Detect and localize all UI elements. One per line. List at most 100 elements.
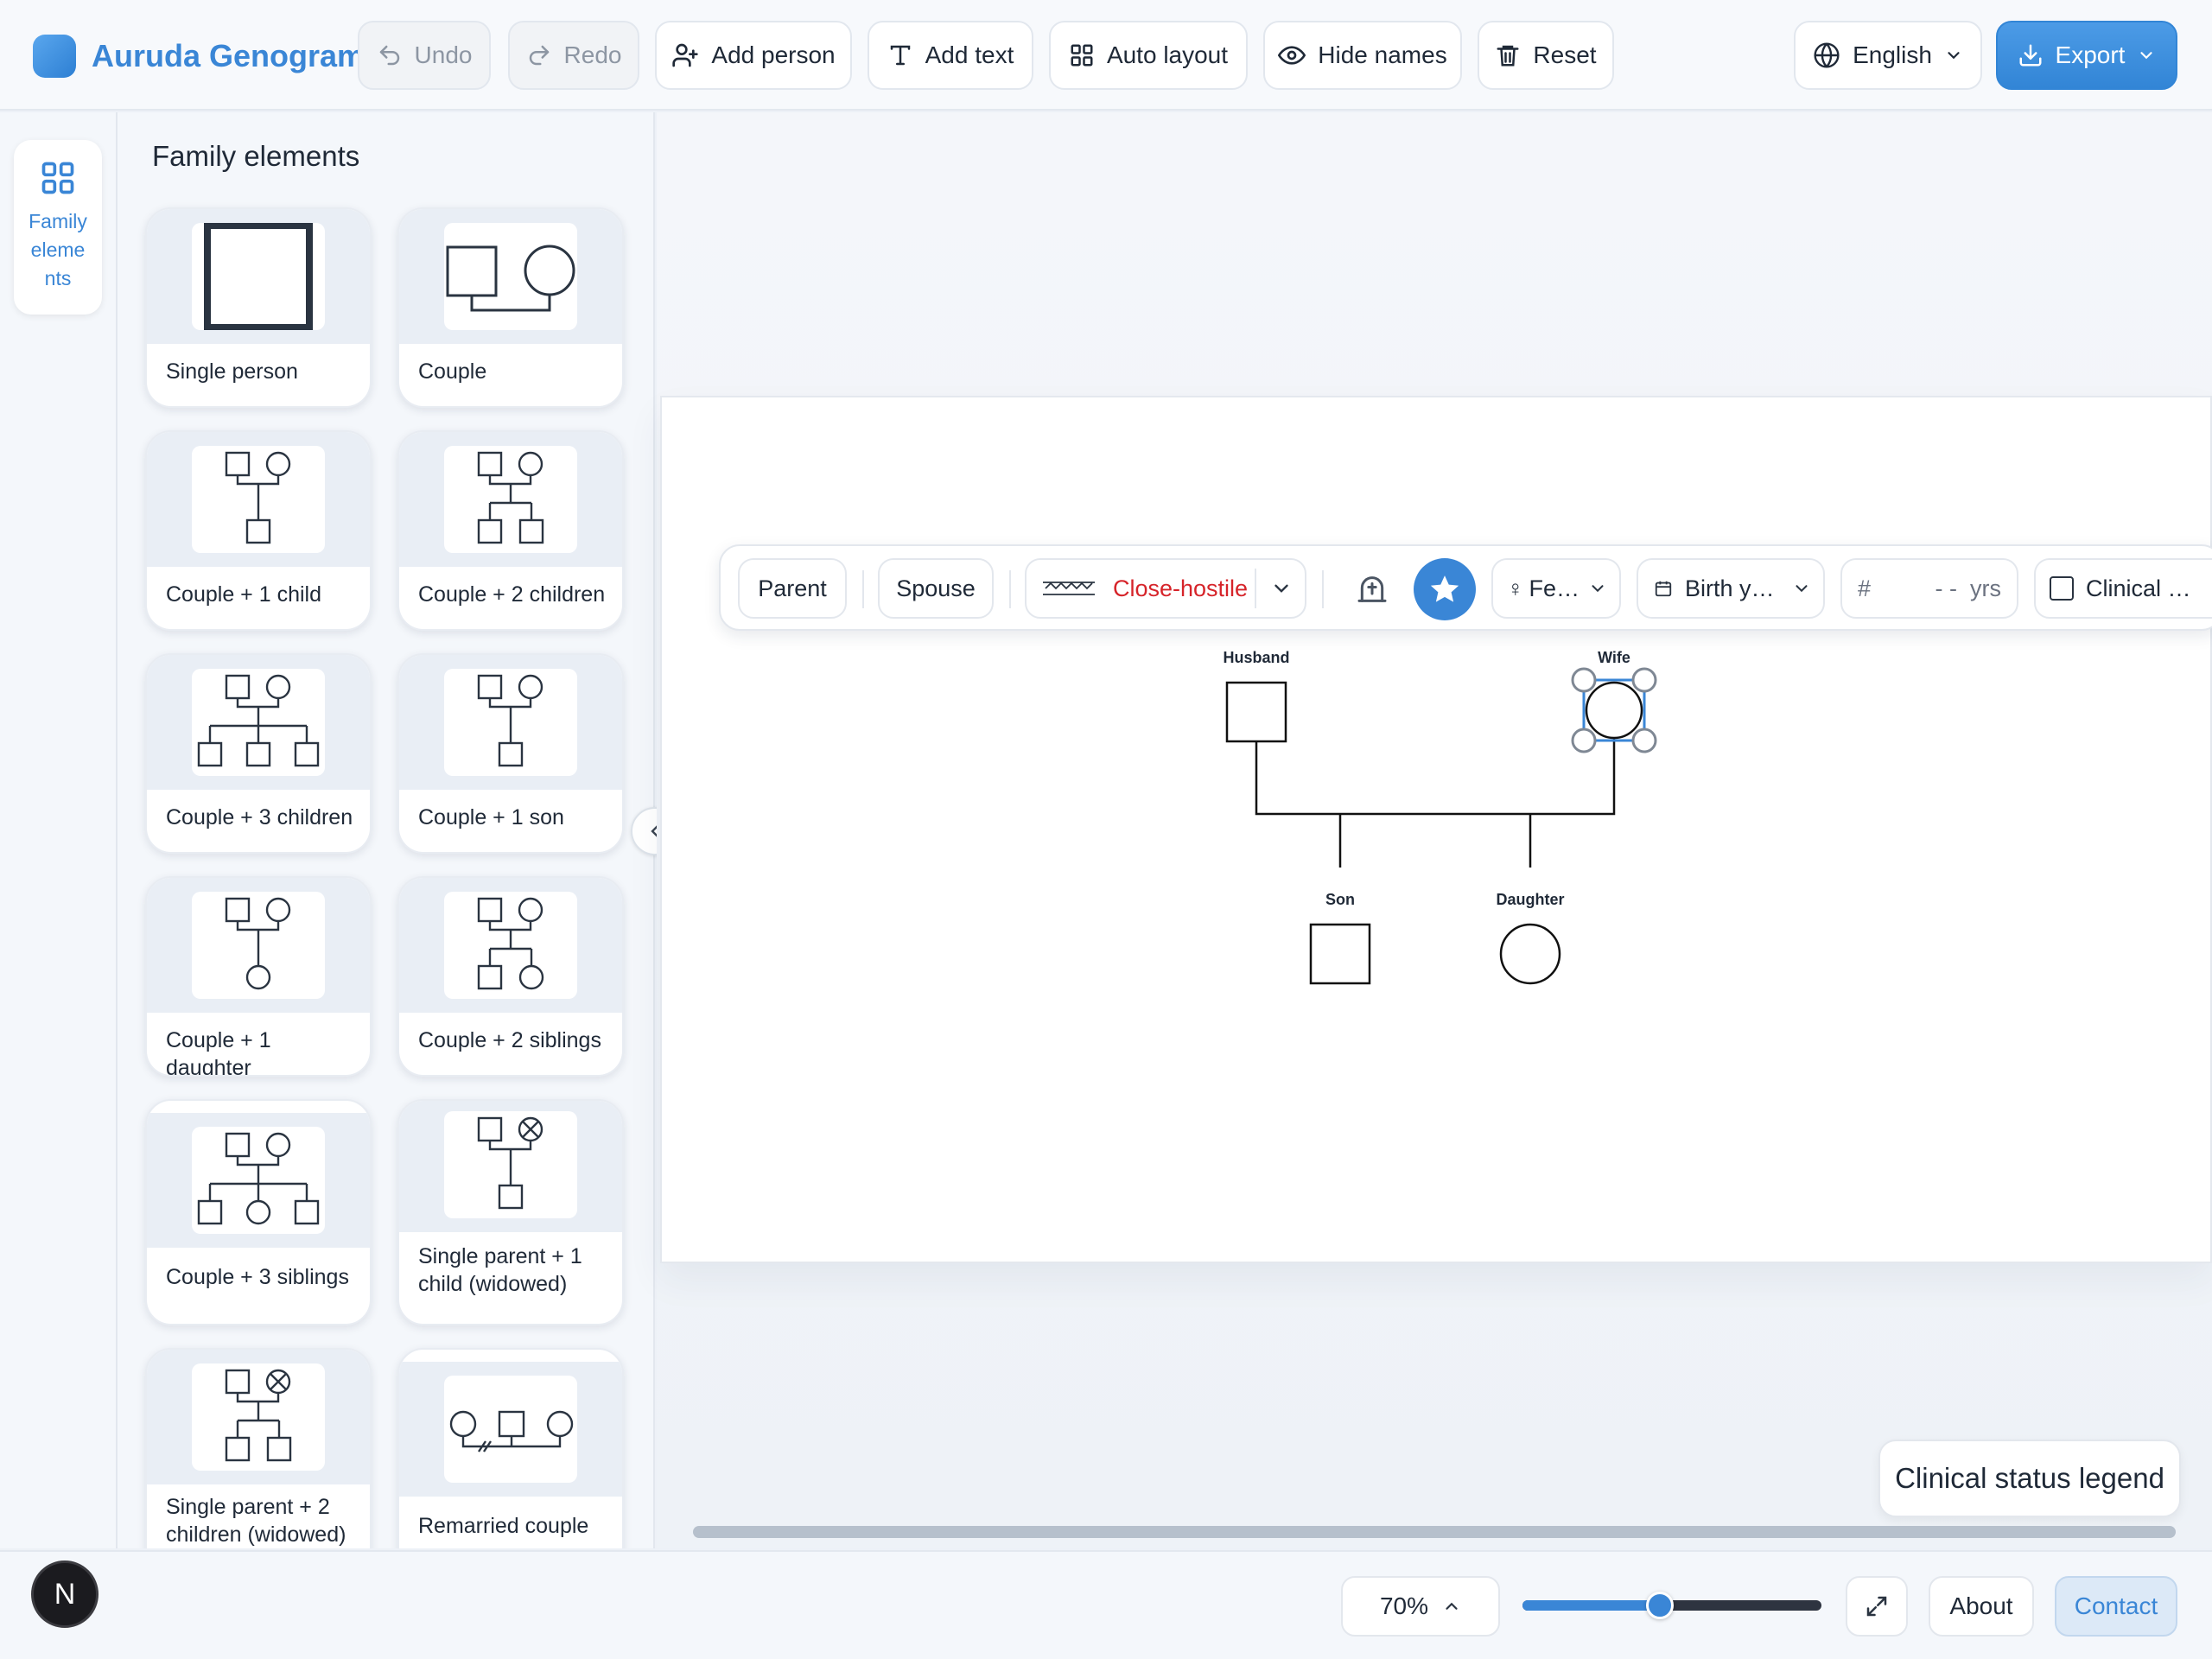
parent-label: Parent — [758, 575, 827, 601]
resize-handle[interactable] — [1571, 728, 1597, 753]
gender-label: Fe… — [1529, 575, 1580, 601]
element-card-single-parent-2-children[interactable]: Single parent + 2 children (widowed) — [145, 1348, 372, 1548]
resize-handle[interactable] — [1571, 667, 1597, 693]
element-card-single-person[interactable]: Single person — [145, 207, 372, 408]
birth-year-label: Birth y… — [1685, 575, 1775, 601]
couple-2-children-diagram — [477, 451, 544, 544]
relationship-select[interactable]: Close-hostile — [1025, 558, 1306, 619]
clinical-status-legend-button[interactable]: Clinical status legend — [1878, 1440, 2181, 1517]
couple-1-child-diagram — [225, 451, 291, 544]
language-select[interactable]: English — [1794, 21, 1982, 90]
element-card-label: Couple + 3 siblings — [166, 1265, 349, 1289]
gender-select[interactable]: ♀ Fe… — [1491, 558, 1621, 619]
couple-2-siblings-diagram — [477, 897, 544, 990]
add-text-label: Add text — [925, 41, 1014, 68]
resize-handle[interactable] — [1631, 667, 1657, 693]
reset-button[interactable]: Reset — [1478, 21, 1614, 90]
expand-icon — [1866, 1596, 1887, 1617]
genogram-diagram[interactable]: Husband Wife Son Daughter — [1175, 639, 1694, 985]
n-badge[interactable]: N — [31, 1560, 99, 1628]
element-card-remarried-couple[interactable]: Remarried couple — [397, 1348, 624, 1548]
top-bar: Auruda Genogram Undo Redo Add person Add… — [0, 0, 2212, 111]
reset-label: Reset — [1533, 41, 1597, 68]
auto-layout-button[interactable]: Auto layout — [1049, 21, 1248, 90]
undo-button[interactable]: Undo — [358, 21, 491, 90]
text-icon — [890, 45, 910, 66]
element-card-label: Single person — [166, 359, 298, 384]
age-unit: yrs — [1970, 575, 2001, 601]
export-button[interactable]: Export — [1996, 21, 2177, 90]
app-logo[interactable]: Auruda Genogram — [33, 35, 365, 78]
redo-icon — [529, 45, 549, 66]
element-card-label: Couple + 3 children — [166, 805, 353, 830]
globe-icon — [1814, 42, 1840, 68]
daughter-symbol[interactable] — [1499, 923, 1561, 985]
index-person-toggle[interactable] — [1414, 558, 1476, 620]
element-card-couple-2-children[interactable]: Couple + 2 children — [397, 430, 624, 631]
add-text-button[interactable]: Add text — [868, 21, 1033, 90]
horizontal-scrollbar[interactable] — [693, 1526, 2176, 1538]
wife-symbol[interactable] — [1585, 681, 1643, 740]
female-icon: ♀ — [1507, 575, 1524, 601]
fullscreen-button[interactable] — [1846, 1576, 1908, 1637]
trash-icon — [1497, 45, 1519, 67]
zoom-slider-fill — [1522, 1600, 1661, 1611]
element-card-couple-3-children[interactable]: Couple + 3 children — [145, 653, 372, 854]
chevron-down-icon — [1948, 52, 1960, 60]
star-icon — [1430, 575, 1459, 602]
clinical-checkbox[interactable] — [2050, 576, 2074, 601]
zoom-select[interactable]: 70% — [1341, 1576, 1500, 1637]
husband-symbol[interactable] — [1225, 681, 1287, 743]
selection-box — [1582, 678, 1646, 742]
add-spouse-button[interactable]: Spouse — [878, 558, 994, 619]
relationship-label: Close-hostile — [1113, 575, 1249, 601]
spouse-label: Spouse — [896, 575, 976, 601]
couple-diagram — [446, 245, 575, 312]
hide-names-label: Hide names — [1318, 41, 1447, 68]
clinical-label: Clinical … — [2086, 575, 2191, 601]
toolbar-divider — [1322, 570, 1324, 608]
redo-button[interactable]: Redo — [508, 21, 639, 90]
single-parent-1-child-diagram — [477, 1116, 543, 1210]
element-card-couple-1-son[interactable]: Couple + 1 son — [397, 653, 624, 854]
age-input[interactable]: # - - yrs — [1840, 558, 2018, 619]
zoom-slider[interactable] — [1522, 1592, 1821, 1619]
grid-icon — [1071, 44, 1093, 67]
add-person-icon — [672, 43, 699, 67]
about-button[interactable]: About — [1929, 1576, 2034, 1637]
hostile-line-icon — [1043, 582, 1095, 595]
couple-3-children-diagram — [197, 674, 320, 767]
element-card-label: Couple + 2 siblings — [418, 1028, 601, 1052]
clinical-status-select[interactable]: Clinical … — [2034, 558, 2212, 619]
element-card-couple[interactable]: Couple — [397, 207, 624, 408]
language-label: English — [1853, 41, 1932, 68]
deceased-button[interactable] — [1348, 565, 1396, 613]
export-label: Export — [2055, 41, 2126, 68]
zoom-slider-knob[interactable] — [1646, 1592, 1675, 1619]
element-card-couple-2-siblings[interactable]: Couple + 2 siblings — [397, 876, 624, 1077]
element-card-couple-3-siblings[interactable]: Couple + 3 siblings — [145, 1099, 372, 1325]
legend-label: Clinical status legend — [1895, 1462, 2164, 1494]
add-parent-button[interactable]: Parent — [738, 558, 847, 619]
hide-names-button[interactable]: Hide names — [1263, 21, 1462, 90]
element-card-label: Couple + 1 child — [166, 582, 321, 607]
contact-button[interactable]: Contact — [2055, 1576, 2177, 1637]
add-person-button[interactable]: Add person — [655, 21, 852, 90]
son-symbol[interactable] — [1309, 923, 1371, 985]
about-label: About — [1949, 1592, 2013, 1619]
element-card-couple-1-child[interactable]: Couple + 1 child — [145, 430, 372, 631]
chevron-down-icon — [1592, 585, 1604, 593]
single-person-diagram — [204, 223, 313, 330]
rail-item-family-elements[interactable]: Family elements — [14, 140, 102, 315]
element-card-single-parent-1-child[interactable]: Single parent + 1 child (widowed) — [397, 1099, 624, 1325]
rail-item-label: Family elements — [29, 210, 87, 289]
element-card-label: Couple + 1 daughter — [166, 1028, 271, 1077]
element-card-label: Remarried couple — [418, 1514, 589, 1538]
element-card-label: Couple — [418, 359, 487, 384]
person-toolbar: Parent Spouse Close-hostile ♀ Fe… Birth … — [719, 544, 2212, 631]
birth-year-select[interactable]: Birth y… — [1637, 558, 1825, 619]
eye-icon — [1278, 46, 1306, 65]
element-card-couple-1-daughter[interactable]: Couple + 1 daughter — [145, 876, 372, 1077]
couple-1-son-diagram — [477, 674, 543, 767]
resize-handle[interactable] — [1631, 728, 1657, 753]
